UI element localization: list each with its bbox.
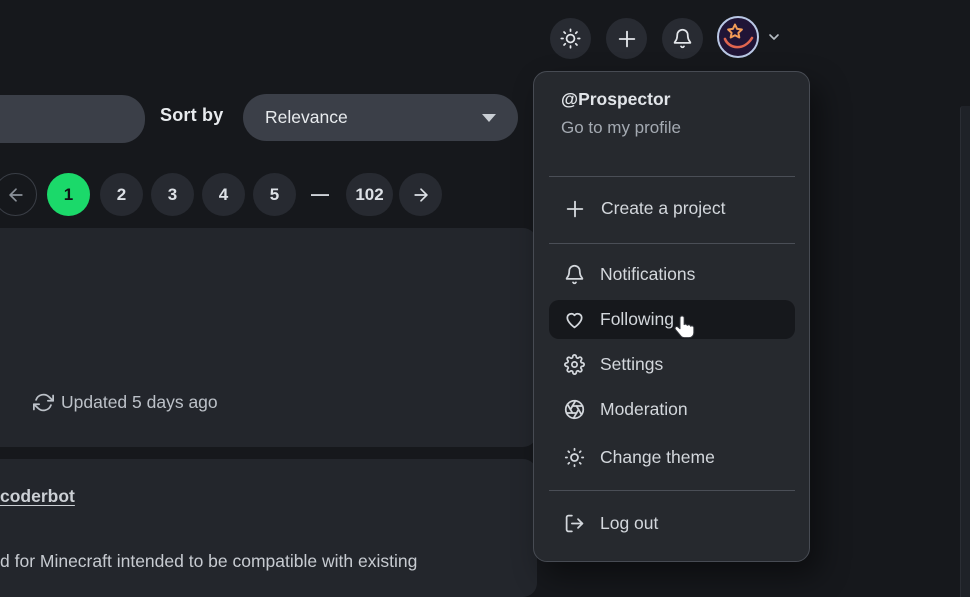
menu-divider (549, 490, 795, 491)
plus-icon (616, 28, 638, 50)
plus-icon (564, 198, 586, 220)
user-dropdown-menu: @Prospector Go to my profile Create a pr… (533, 71, 810, 562)
menu-item-label: Following (600, 309, 674, 330)
pagination-page-5[interactable]: 5 (253, 173, 296, 216)
shooting-star-avatar (716, 15, 760, 59)
pagination-page-4[interactable]: 4 (202, 173, 245, 216)
menu-item-label: Settings (600, 354, 663, 375)
menu-item-create-project[interactable]: Create a project (549, 189, 795, 228)
result-updated: Updated 5 days ago (33, 392, 218, 413)
arrow-right-icon (411, 185, 431, 205)
sun-icon (560, 28, 581, 49)
create-button[interactable] (606, 18, 647, 59)
aperture-icon (564, 399, 585, 420)
user-avatar-button[interactable] (716, 14, 788, 60)
chevron-down-icon (766, 29, 782, 45)
search-input[interactable] (0, 95, 145, 143)
pagination-page-last[interactable]: 102 (346, 173, 393, 216)
theme-toggle-button[interactable] (550, 18, 591, 59)
bell-icon (564, 264, 585, 285)
right-panel-edge (960, 106, 970, 597)
menu-item-change-theme[interactable]: Change theme (549, 438, 795, 477)
heart-icon (564, 309, 585, 330)
search-result-card: coderbot d for Minecraft intended to be … (0, 459, 537, 597)
menu-divider (549, 243, 795, 244)
search-result-card: uid3 ine and client-side optimization mo… (0, 228, 537, 447)
gear-icon (564, 354, 585, 375)
result-updated-text: Updated 5 days ago (61, 392, 218, 413)
refresh-icon (33, 392, 54, 413)
topbar (0, 0, 970, 76)
menu-item-label: Create a project (601, 198, 726, 219)
logout-icon (564, 513, 585, 534)
menu-item-label: Log out (600, 513, 658, 534)
menu-username: @Prospector (561, 89, 670, 110)
notifications-button[interactable] (662, 18, 703, 59)
arrow-left-icon (6, 185, 26, 205)
result-author-link[interactable]: coderbot (0, 486, 75, 507)
menu-item-label: Moderation (600, 399, 688, 420)
pagination-page-1[interactable]: 1 (47, 173, 90, 216)
bell-icon (672, 28, 693, 49)
pagination-page-2[interactable]: 2 (100, 173, 143, 216)
pagination-page-3[interactable]: 3 (151, 173, 194, 216)
menu-item-label: Notifications (600, 264, 695, 285)
pagination-next-button[interactable] (399, 173, 442, 216)
pagination-ellipsis: — (306, 173, 334, 216)
sun-icon (564, 447, 585, 468)
sort-select[interactable]: Relevance (243, 94, 518, 141)
result-description: d for Minecraft intended to be compatibl… (0, 551, 417, 572)
menu-profile-link[interactable]: Go to my profile (561, 118, 681, 138)
caret-down-icon (482, 114, 496, 122)
menu-item-moderation[interactable]: Moderation (549, 390, 795, 429)
menu-item-following[interactable]: Following (549, 300, 795, 339)
modrinth-search-page: Sort by Relevance 1 2 3 4 5 — 102 uid3 i… (0, 0, 970, 597)
sort-by-label: Sort by (160, 105, 223, 126)
menu-item-logout[interactable]: Log out (549, 504, 795, 543)
pagination-prev-button[interactable] (0, 173, 37, 216)
menu-item-settings[interactable]: Settings (549, 345, 795, 384)
menu-item-notifications[interactable]: Notifications (549, 255, 795, 294)
menu-item-label: Change theme (600, 447, 715, 468)
menu-divider (549, 176, 795, 177)
sort-select-value: Relevance (265, 107, 348, 128)
